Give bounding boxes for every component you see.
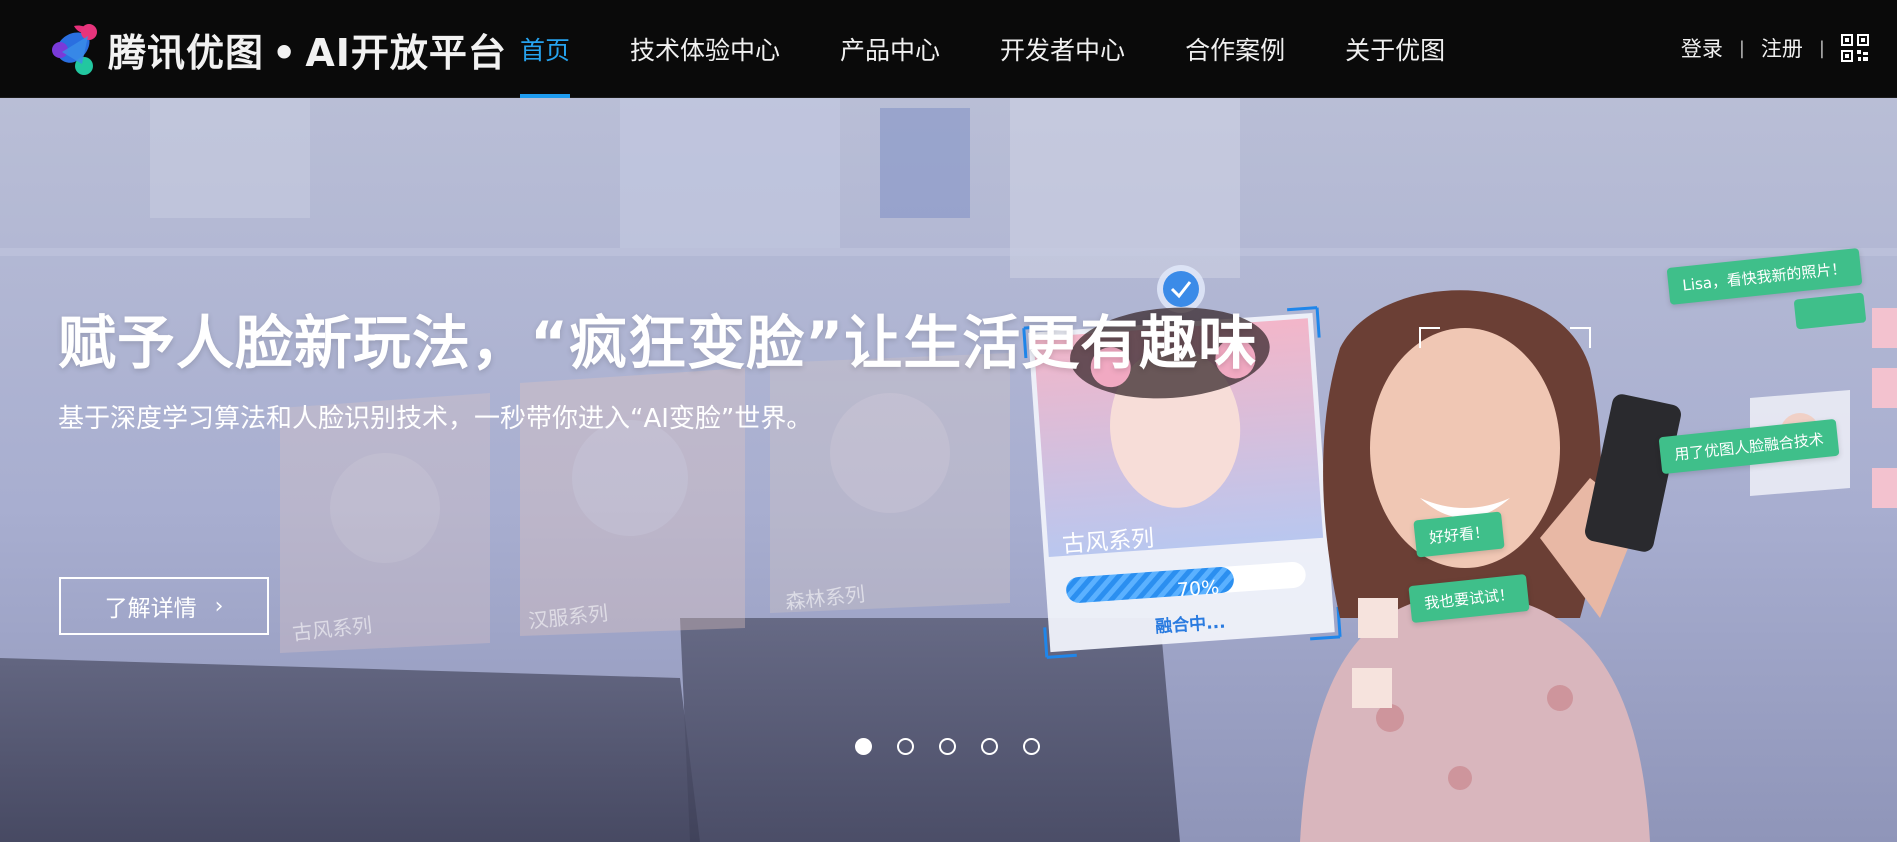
hero-subhead: 基于深度学习算法和人脸识别技术，一秒带你进入“AI变脸”世界。 <box>58 404 813 434</box>
main-nav: 首页 技术体验中心 产品中心 开发者中心 合作案例 关于优图 <box>500 0 1445 98</box>
nav-item-about[interactable]: 关于优图 <box>1345 0 1445 98</box>
register-link[interactable]: 注册 <box>1761 33 1803 63</box>
carousel-dot-2[interactable] <box>897 738 914 755</box>
carousel-indicators <box>855 738 1065 755</box>
carousel-dot-1[interactable] <box>855 738 872 755</box>
nav-item-home[interactable]: 首页 <box>520 0 571 98</box>
brand-name-primary: 腾讯优图 <box>108 30 265 75</box>
nav-item-cases[interactable]: 合作案例 <box>1185 0 1285 98</box>
youtu-logo-icon <box>52 24 97 75</box>
learn-more-button[interactable]: 了解详情 › <box>59 577 269 635</box>
nav-item-developers[interactable]: 开发者中心 <box>1000 0 1125 98</box>
fusion-card-title: 古风系列 <box>1061 525 1156 559</box>
hero-banner: 古风系列 汉服系列 森林系列 赋予人脸新玩法，“疯狂变脸”让生活更有趣味 基于深… <box>0 98 1897 842</box>
nav-item-tech-experience[interactable]: 技术体验中心 <box>630 0 780 98</box>
hero-headline: 赋予人脸新玩法，“疯狂变脸”让生活更有趣味 <box>58 309 1258 377</box>
login-link[interactable]: 登录 <box>1681 33 1723 63</box>
learn-more-label: 了解详情 <box>104 596 197 622</box>
brand-separator: • <box>272 30 298 75</box>
brand-logo[interactable]: 腾讯优图 • AI开放平台 <box>48 20 507 78</box>
top-navigation-bar: 腾讯优图 • AI开放平台 首页 技术体验中心 产品中心 开发者中心 合作案例 关于… <box>0 0 1897 98</box>
qr-code-icon[interactable] <box>1841 34 1869 62</box>
brand-product: AI开放平台 <box>305 30 507 75</box>
carousel-dot-5[interactable] <box>1023 738 1040 755</box>
auth-divider-2: | <box>1818 37 1825 59</box>
nav-item-products[interactable]: 产品中心 <box>840 0 940 98</box>
auth-links: 登录 | 注册 | <box>1681 30 1869 66</box>
hero-background <box>0 98 1897 842</box>
fusion-progress-label: 70% <box>1176 576 1220 602</box>
fusion-status: 融合中... <box>1154 612 1227 638</box>
auth-divider: | <box>1738 37 1745 59</box>
brand-name: 腾讯优图 • AI开放平台 <box>108 22 507 77</box>
carousel-dot-4[interactable] <box>981 738 998 755</box>
carousel-dot-3[interactable] <box>939 738 956 755</box>
chevron-right-icon: › <box>214 593 224 619</box>
